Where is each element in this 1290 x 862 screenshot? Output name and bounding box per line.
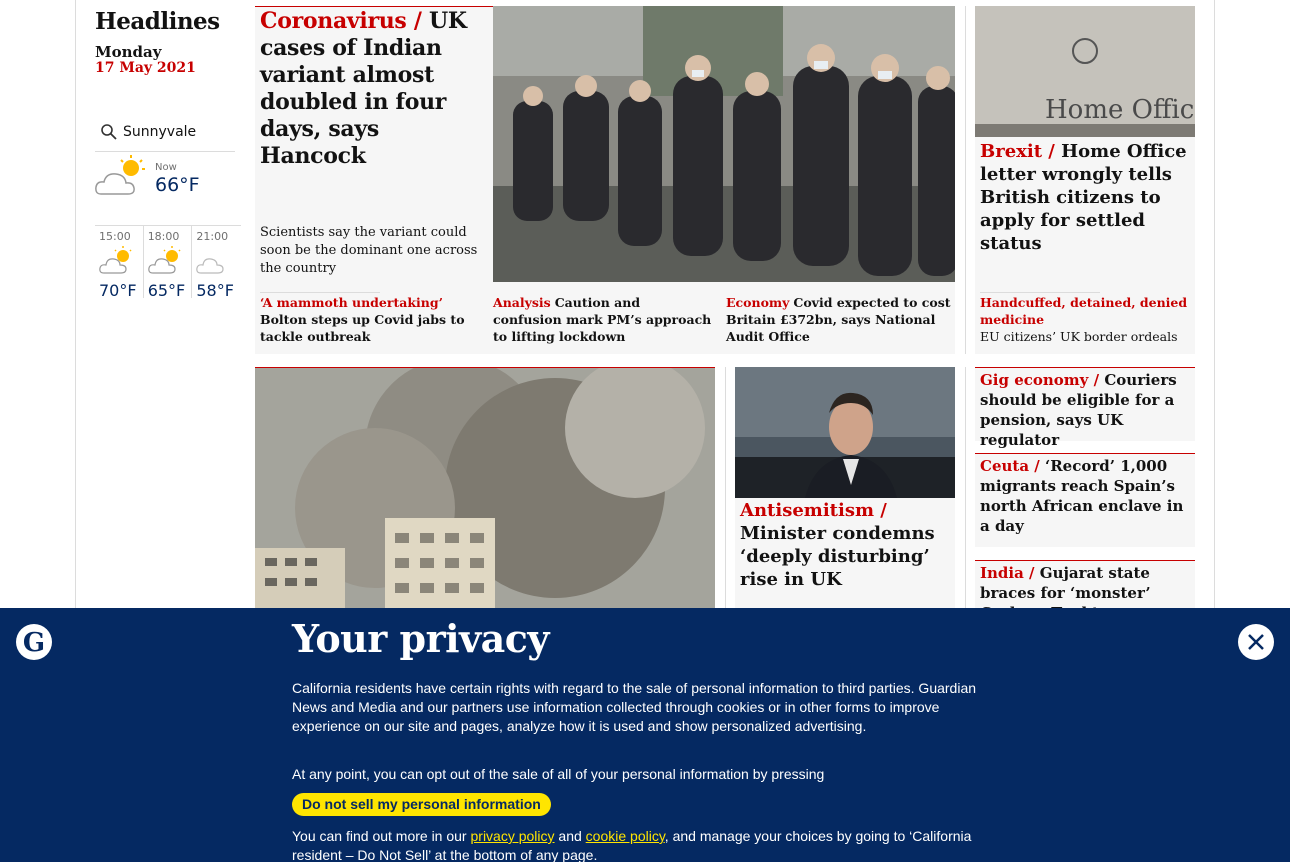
sublink-kicker: ‘A mammoth undertaking’ (260, 295, 443, 310)
close-icon (1248, 634, 1264, 650)
privacy-text-a: You can find out more in our (292, 828, 467, 844)
homeoffice-sub-headline: EU citizens’ UK border ordeals (980, 329, 1178, 344)
forecast-time: 21:00 (196, 230, 229, 243)
privacy-paragraph-2: At any point, you can opt out of the sal… (292, 766, 825, 782)
location-name: Sunnyvale (123, 124, 197, 140)
privacy-banner: G Your privacy California residents have… (0, 608, 1290, 862)
column-divider (965, 6, 966, 354)
lead-standfirst: Scientists say the variant could soon be… (260, 225, 478, 276)
close-button[interactable] (1238, 624, 1274, 660)
sublink-headline: Bolton steps up Covid jabs to tackle out… (260, 312, 465, 344)
story-kicker: Ceuta / (980, 457, 1040, 475)
forecast-time: 15:00 (99, 230, 131, 243)
column-divider (965, 367, 966, 617)
forecast-time: 18:00 (147, 230, 180, 243)
story-gig-economy[interactable]: Gig economy / Couriers should be eligibl… (975, 367, 1195, 449)
forecast-temp: 70°F (99, 281, 137, 300)
antisemitism-headline-text: Minister condemns ‘deeply disturbing’ ri… (740, 523, 935, 590)
homeoffice-sub-kicker: Handcuffed, detained, denied medicine (980, 295, 1188, 327)
search-icon (101, 124, 117, 140)
cookie-policy-link[interactable]: cookie policy (586, 828, 665, 844)
sun-cloud-icon (147, 246, 181, 274)
sublink-kicker: Economy (726, 295, 790, 310)
story-kicker: India / (980, 564, 1035, 582)
weather-now-label: Now (155, 162, 177, 173)
divider (980, 292, 1100, 293)
story-text: Ceuta / ‘Record’ 1,000 migrants reach Sp… (980, 456, 1190, 536)
lead-image-queue[interactable] (493, 6, 955, 282)
forecast-item: 18:00 65°F (144, 226, 193, 300)
column-divider (725, 367, 726, 617)
antisemitism-headline[interactable]: Antisemitism / Minister condemns ‘deeply… (740, 499, 950, 591)
gaza-photo (255, 368, 715, 618)
privacy-title: Your privacy (292, 616, 550, 661)
homeoffice-kicker: Brexit / (980, 141, 1055, 162)
weather-location-search[interactable]: Sunnyvale (95, 118, 235, 152)
section-title: Headlines (95, 8, 220, 35)
homeoffice-sublink[interactable]: Handcuffed, detained, denied medicine EU… (980, 294, 1190, 345)
privacy-policy-link[interactable]: privacy policy (471, 828, 555, 844)
sun-cloud-icon (95, 155, 145, 195)
weather-forecast: 15:00 70°F 18:00 65°F 21:00 58°F (95, 225, 241, 300)
antisemitism-kicker: Antisemitism / (740, 500, 887, 521)
lead-kicker: Coronavirus / (260, 8, 422, 34)
sublink-2[interactable]: Analysis Caution and confusion mark PM’s… (493, 294, 713, 345)
forecast-item: 15:00 70°F (95, 226, 144, 300)
homeoffice-headline[interactable]: Brexit / Home Office letter wrongly tell… (980, 140, 1190, 255)
moon-cloud-icon (196, 258, 224, 274)
divider (260, 292, 380, 293)
guardian-logo-icon: G (16, 624, 52, 660)
privacy-paragraph-1: California residents have certain rights… (292, 680, 977, 734)
privacy-text-b: and (558, 828, 582, 844)
forecast-temp: 58°F (196, 281, 234, 300)
forecast-item: 21:00 58°F (192, 226, 241, 300)
gaza-story-card[interactable] (255, 367, 715, 618)
forecast-temp: 65°F (147, 281, 186, 300)
homeoffice-sign-text: Home Office (1045, 95, 1195, 125)
svg-text:G: G (23, 628, 45, 658)
homeoffice-image[interactable]: Home Office (975, 6, 1195, 137)
sublink-1[interactable]: ‘A mammoth undertaking’ Bolton steps up … (260, 294, 485, 345)
date-label: 17 May 2021 (95, 60, 196, 76)
sublink-kicker: Analysis (493, 295, 551, 310)
privacy-paragraph-3: You can find out more in our privacy pol… (292, 827, 992, 862)
story-ceuta[interactable]: Ceuta / ‘Record’ 1,000 migrants reach Sp… (975, 453, 1195, 547)
homeoffice-photo: Home Office (975, 6, 1195, 137)
do-not-sell-button[interactable]: Do not sell my personal information (292, 793, 551, 816)
day-label: Monday (95, 43, 162, 61)
sun-cloud-icon (99, 246, 132, 274)
story-kicker: Gig economy / (980, 371, 1100, 389)
antisemitism-image[interactable] (735, 367, 955, 498)
sublink-3[interactable]: Economy Covid expected to cost Britain £… (726, 294, 951, 345)
lead-headline[interactable]: Coronavirus / UK cases of Indian variant… (260, 8, 485, 170)
weather-now-temp: 66°F (155, 174, 200, 196)
antisemitism-photo (735, 367, 955, 498)
lead-photo (493, 6, 955, 282)
story-text: Gig economy / Couriers should be eligibl… (980, 370, 1190, 450)
